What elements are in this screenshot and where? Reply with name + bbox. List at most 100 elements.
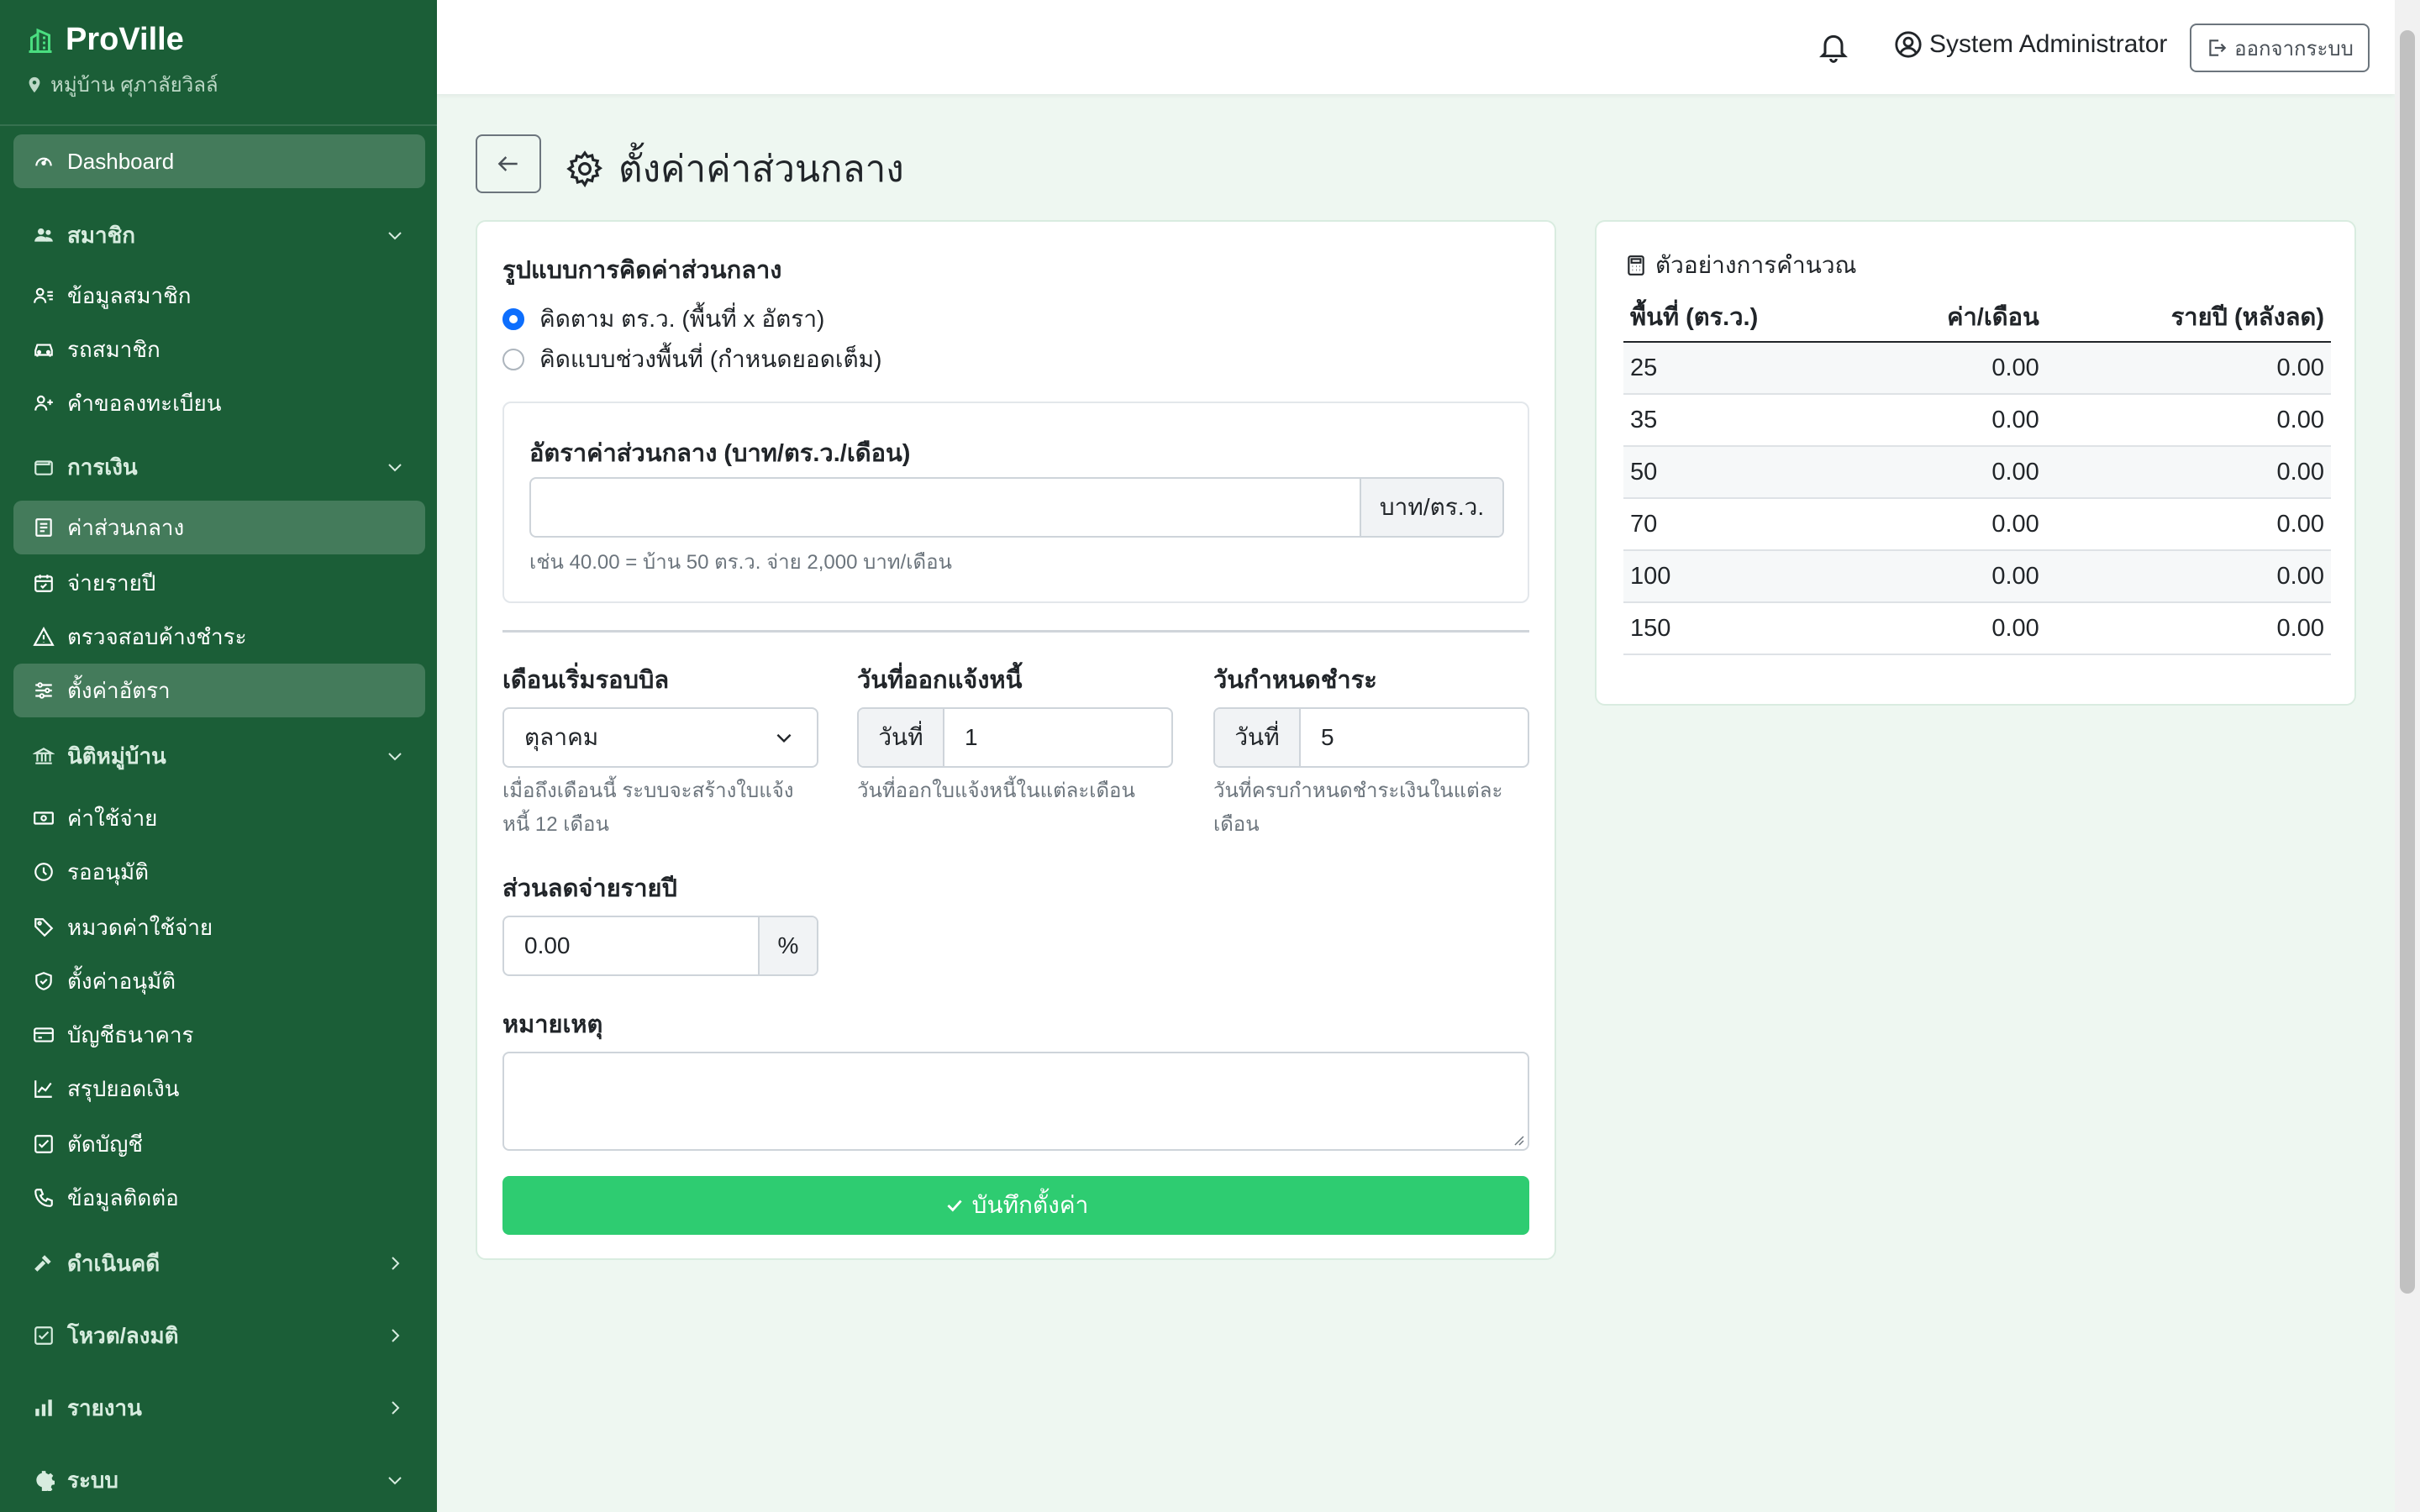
radio-per-area[interactable]: คิดตาม ตร.ว. (พื้นที่ x อัตรา)	[502, 301, 824, 338]
car-icon	[32, 338, 55, 361]
due-day-input-group: วันที่ 5	[1213, 707, 1529, 768]
sidebar-item-approval-settings[interactable]: ตั้งค่าอนุมัติ	[13, 954, 425, 1008]
table-header-row: พื้นที่ (ตร.ว.) ค่า/เดือน รายปี (หลังลด)	[1623, 292, 2331, 343]
start-month-value: ตุลาคม	[524, 724, 599, 750]
save-button-label: บันทึกตั้งค่า	[971, 1192, 1089, 1218]
day-prefix: วันที่	[859, 709, 944, 766]
sidebar-item-label: รถสมาชิก	[67, 336, 160, 362]
page-scrollbar[interactable]	[2395, 0, 2420, 1512]
start-month-select[interactable]: ตุลาคม	[502, 707, 818, 768]
sidebar-item-label: ตัดบัญชี	[67, 1131, 144, 1157]
check-square-icon	[32, 1132, 55, 1156]
clock-icon	[32, 860, 55, 884]
chevron-right-icon	[385, 1326, 405, 1346]
sidebar-item-expenses[interactable]: ค่าใช้จ่าย	[13, 791, 425, 845]
back-button[interactable]	[476, 134, 541, 193]
resize-handle-icon[interactable]	[1511, 1132, 1524, 1146]
shield-check-icon	[32, 969, 55, 993]
check-icon	[944, 1194, 965, 1216]
table-row: 35 0.00 0.00	[1623, 394, 2331, 447]
sidebar-section-label: การเงิน	[67, 454, 138, 480]
radio-label: คิดตาม ตร.ว. (พื้นที่ x อัตรา)	[539, 306, 825, 332]
rate-input[interactable]	[531, 479, 1360, 536]
sidebar-section-members[interactable]: สมาชิก	[13, 208, 425, 262]
sidebar-item-dashboard[interactable]: Dashboard	[13, 134, 425, 188]
sidebar-item-label: จ่ายรายปี	[67, 570, 156, 596]
cell-monthly: 0.00	[1865, 342, 2046, 395]
logout-button[interactable]: ออกจากระบบ	[2190, 24, 2370, 72]
start-month-help: เมื่อถึงเดือนนี้ ระบบจะสร้างใบแจ้งหนี้ 1…	[502, 780, 794, 836]
sidebar-section-label: รายงาน	[67, 1394, 142, 1420]
sidebar-section-reports[interactable]: รายงาน	[13, 1381, 425, 1435]
user-menu[interactable]: System Administrator	[1894, 30, 2167, 59]
page-title: ตั้งค่าค่าส่วนกลาง	[565, 139, 904, 198]
chevron-down-icon	[385, 1470, 405, 1490]
discount-input-group: 0.00 %	[502, 916, 818, 976]
cell-monthly: 0.00	[1865, 602, 2046, 655]
people-icon	[32, 223, 55, 247]
sidebar-section-vote[interactable]: โหวต/ลงมติ	[13, 1309, 425, 1362]
table-row: 150 0.00 0.00	[1623, 602, 2331, 655]
radio-button[interactable]	[502, 349, 524, 370]
rate-section: อัตราค่าส่วนกลาง (บาท/ตร.ว./เดือน) บาท/ต…	[502, 402, 1529, 603]
warning-triangle-icon	[32, 625, 55, 648]
sidebar-item-label: รออนุมัติ	[67, 858, 149, 885]
tag-icon	[32, 916, 55, 939]
sidebar-section-label: ดำเนินคดี	[67, 1250, 160, 1276]
sidebar-item-member-info[interactable]: ข้อมูลสมาชิก	[13, 269, 425, 323]
sidebar-item-bookkeeping[interactable]: ตัดบัญชี	[13, 1117, 425, 1171]
sidebar-section-juristic[interactable]: นิติหมู่บ้าน	[13, 729, 425, 783]
brand-name[interactable]: ProVille	[66, 22, 184, 58]
cell-yearly: 0.00	[2045, 550, 2331, 603]
sidebar-item-label: ข้อมูลติดต่อ	[67, 1184, 179, 1210]
bell-icon[interactable]	[1817, 29, 1850, 64]
sidebar-section-finance[interactable]: การเงิน	[13, 440, 425, 494]
discount-unit: %	[758, 917, 817, 974]
chevron-right-icon	[385, 1398, 405, 1418]
hammer-icon	[32, 1252, 55, 1275]
wallet-icon	[32, 455, 55, 479]
sidebar-section-legal[interactable]: ดำเนินคดี	[13, 1236, 425, 1290]
sidebar-item-label: ค่าใช้จ่าย	[67, 805, 158, 831]
sidebar-item-annual-payment[interactable]: จ่ายรายปี	[13, 556, 425, 610]
radio-button-checked[interactable]	[502, 308, 524, 330]
sidebar-item-label: ตรวจสอบค้างชำระ	[67, 623, 247, 649]
building-icon	[25, 25, 55, 55]
sidebar-item-registration-requests[interactable]: คำขอลงทะเบียน	[13, 376, 425, 430]
chevron-down-icon	[773, 727, 795, 748]
calc-example-table: พื้นที่ (ตร.ว.) ค่า/เดือน รายปี (หลังลด)…	[1623, 292, 2331, 655]
calc-example-title: ตัวอย่างการคำนวณ	[1625, 247, 1857, 284]
discount-input[interactable]: 0.00	[504, 917, 758, 974]
sidebar-item-pending-approval[interactable]: รออนุมัติ	[13, 845, 425, 899]
cell-area: 70	[1623, 498, 1865, 551]
sidebar-section-label: โหวต/ลงมติ	[67, 1322, 179, 1348]
sidebar-item-contacts[interactable]: ข้อมูลติดต่อ	[13, 1171, 425, 1225]
gear-icon	[565, 149, 605, 189]
cell-yearly: 0.00	[2045, 602, 2331, 655]
cell-monthly: 0.00	[1865, 498, 2046, 551]
rate-help: เช่น 40.00 = บ้าน 50 ตร.ว. จ่าย 2,000 บา…	[529, 551, 952, 574]
sidebar-item-common-fee[interactable]: ค่าส่วนกลาง	[13, 501, 425, 554]
sidebar-section-system[interactable]: ระบบ	[13, 1453, 425, 1507]
sidebar-item-expense-categories[interactable]: หมวดค่าใช้จ่าย	[13, 900, 425, 954]
radio-range[interactable]: คิดแบบช่วงพื้นที่ (กำหนดยอดเต็ม)	[502, 341, 881, 378]
scrollbar-thumb[interactable]	[2400, 30, 2415, 1294]
box-arrow-right-icon	[2206, 37, 2228, 59]
invoice-day-input[interactable]: 1	[944, 709, 1171, 766]
cell-area: 50	[1623, 446, 1865, 499]
sidebar-item-rate-settings[interactable]: ตั้งค่าอัตรา	[13, 664, 425, 717]
sidebar-item-member-cars[interactable]: รถสมาชิก	[13, 323, 425, 376]
table-row: 100 0.00 0.00	[1623, 550, 2331, 603]
sidebar-item-label: คำขอลงทะเบียน	[67, 390, 222, 416]
location-pin-icon	[25, 75, 44, 95]
sidebar-item-label: สรุปยอดเงิน	[67, 1075, 180, 1101]
save-button[interactable]: บันทึกตั้งค่า	[502, 1176, 1529, 1235]
cell-yearly: 0.00	[2045, 446, 2331, 499]
due-day-input[interactable]: 5	[1301, 709, 1528, 766]
note-textarea[interactable]	[502, 1052, 1529, 1151]
sidebar-item-balance-summary[interactable]: สรุปยอดเงิน	[13, 1062, 425, 1116]
sidebar-item-bank-accounts[interactable]: บัญชีธนาคาร	[13, 1008, 425, 1062]
rate-input-group: บาท/ตร.ว.	[529, 477, 1504, 538]
sidebar-item-label: ตั้งค่าอัตรา	[67, 677, 171, 703]
sidebar-item-check-overdue[interactable]: ตรวจสอบค้างชำระ	[13, 610, 425, 664]
